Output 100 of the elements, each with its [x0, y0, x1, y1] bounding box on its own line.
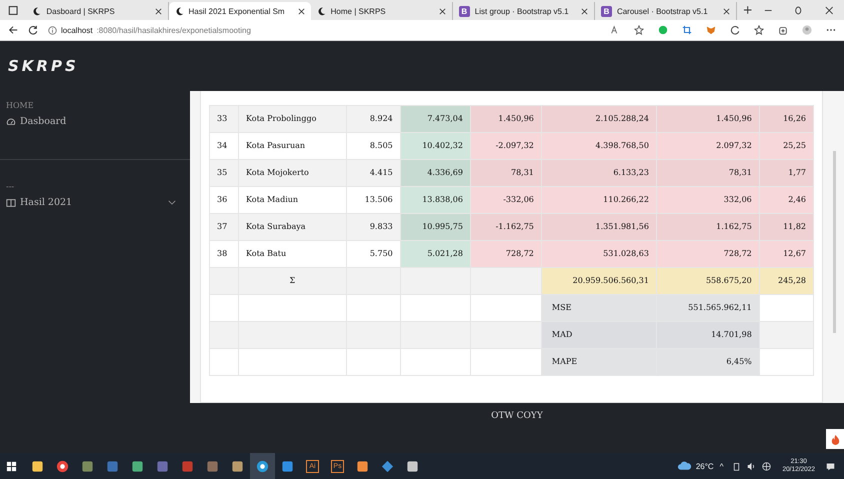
table-cell: Kota Surabaya	[238, 214, 346, 240]
table-cell: 8.505	[346, 132, 400, 160]
weather-text[interactable]: 26°C	[696, 462, 714, 470]
table-cell: -2.097,32	[470, 132, 542, 160]
battery-icon[interactable]	[732, 462, 742, 470]
globe-icon[interactable]	[762, 462, 772, 470]
tab-actions-icon[interactable]	[8, 4, 18, 16]
table-cell: 1,77	[759, 160, 814, 186]
table-cell: 332,06	[656, 186, 760, 214]
table-cell: 4.415	[346, 160, 400, 186]
close-icon[interactable]	[824, 6, 833, 14]
table-cell: 14.701,98	[656, 322, 760, 348]
flame-icon	[830, 434, 840, 444]
table-cell: 4.336,69	[400, 160, 470, 186]
refresh-icon[interactable]	[730, 25, 740, 35]
table-cell: 13.838,06	[400, 186, 470, 214]
crop-icon[interactable]	[682, 25, 692, 35]
info-icon	[48, 26, 57, 34]
favorites-icon[interactable]	[754, 25, 764, 35]
back-icon[interactable]	[8, 25, 18, 35]
table-cell: 6,45%	[656, 348, 760, 376]
app-icon[interactable]	[356, 460, 369, 472]
app-icon[interactable]	[131, 460, 144, 472]
close-icon[interactable]	[298, 8, 305, 14]
table-cell: 5.021,28	[400, 240, 470, 268]
table-cell: 12,67	[759, 240, 814, 268]
table-cell: 38	[210, 240, 238, 268]
close-icon[interactable]	[438, 8, 446, 14]
restore-icon[interactable]	[794, 6, 802, 14]
close-icon[interactable]	[580, 8, 588, 14]
new-tab-icon[interactable]	[743, 5, 753, 15]
tray-caret[interactable]: ^	[720, 462, 724, 470]
table-cell: 34	[210, 132, 238, 160]
app-icon[interactable]	[56, 460, 69, 472]
table-cell: 10.402,32	[400, 132, 470, 160]
table-cell: MSE	[541, 294, 656, 322]
table-cell: Kota Probolinggo	[238, 106, 346, 132]
sidebar-heading: HOME	[5, 101, 35, 112]
table-cell: 10.995,75	[400, 214, 470, 240]
table-cell: 728,72	[656, 240, 760, 268]
table-cell: MAD	[541, 322, 656, 348]
windows-icon[interactable]	[6, 460, 17, 472]
browser-tab[interactable]: Hasil 2021 Exponential Sm	[168, 2, 311, 20]
table-cell: -332,06	[470, 186, 542, 214]
refresh-icon[interactable]	[28, 25, 38, 35]
table-cell: 37	[210, 214, 238, 240]
speaker-icon[interactable]	[747, 462, 756, 470]
table-cell: 78,31	[656, 160, 760, 186]
moon-icon	[32, 6, 42, 16]
sidebar-heading: ---	[5, 182, 16, 193]
app-icon[interactable]	[231, 460, 244, 472]
footer-text: OTW COYY	[491, 411, 543, 421]
table-cell: 558.675,20	[656, 268, 760, 294]
table-cell: 16,26	[759, 106, 814, 132]
table-cell: 2.105.288,24	[541, 106, 656, 132]
app-logo[interactable]: SKRPS	[8, 57, 79, 75]
table-cell: 11,82	[759, 214, 814, 240]
table-cell: 5.750	[346, 240, 400, 268]
table-cell: 7.473,04	[400, 106, 470, 132]
sidebar-item[interactable]: Dasboard	[0, 114, 190, 129]
table-cell: 35	[210, 160, 238, 186]
table-cell: 1.162,75	[656, 214, 760, 240]
favorite-icon[interactable]	[634, 25, 644, 35]
sum-symbol: Σ	[238, 268, 346, 294]
table-cell: 25,25	[759, 132, 814, 160]
fox-icon[interactable]	[706, 25, 716, 35]
gauge-icon	[6, 116, 16, 126]
close-icon[interactable]	[723, 8, 730, 14]
close-icon[interactable]	[154, 8, 162, 14]
table-cell: 245,28	[759, 268, 814, 294]
avatar-icon[interactable]	[802, 25, 812, 35]
table-cell: 6.133,23	[541, 160, 656, 186]
app-icon[interactable]	[406, 460, 419, 472]
table-cell: Kota Madiun	[238, 186, 346, 214]
flame-button[interactable]	[826, 429, 844, 449]
table-cell: 36	[210, 186, 238, 214]
moon-icon	[174, 6, 184, 16]
table-cell: 1.450,96	[470, 106, 542, 132]
app-icon[interactable]	[256, 460, 269, 472]
notification-icon[interactable]	[826, 462, 835, 470]
table-cell: 531.028,63	[541, 240, 656, 268]
table-cell: Kota Pasuruan	[238, 132, 346, 160]
read-aloud-icon[interactable]	[610, 25, 620, 35]
collections-icon[interactable]	[778, 25, 788, 35]
table-cell: 33	[210, 106, 238, 132]
table-cell: 8.924	[346, 106, 400, 132]
book-icon	[6, 198, 16, 208]
table-cell: 78,31	[470, 160, 542, 186]
table-cell: 1.351.981,56	[541, 214, 656, 240]
table-cell: 551.565.962,11	[656, 294, 760, 322]
table-cell: 13.506	[346, 186, 400, 214]
table-cell: 110.266,22	[541, 186, 656, 214]
address-field[interactable]: localhost :8080/hasil/hasilakhires/exponetialsmooting	[48, 22, 600, 38]
app-icon[interactable]	[31, 460, 44, 472]
extension-icon[interactable]	[658, 25, 668, 35]
table-cell: -1.162,75	[470, 214, 542, 240]
table-cell: Kota Batu	[238, 240, 346, 268]
sidebar-item[interactable]: Hasil 2021	[0, 195, 190, 210]
cloud-icon	[676, 461, 692, 471]
table-cell: MAPE	[541, 348, 656, 376]
